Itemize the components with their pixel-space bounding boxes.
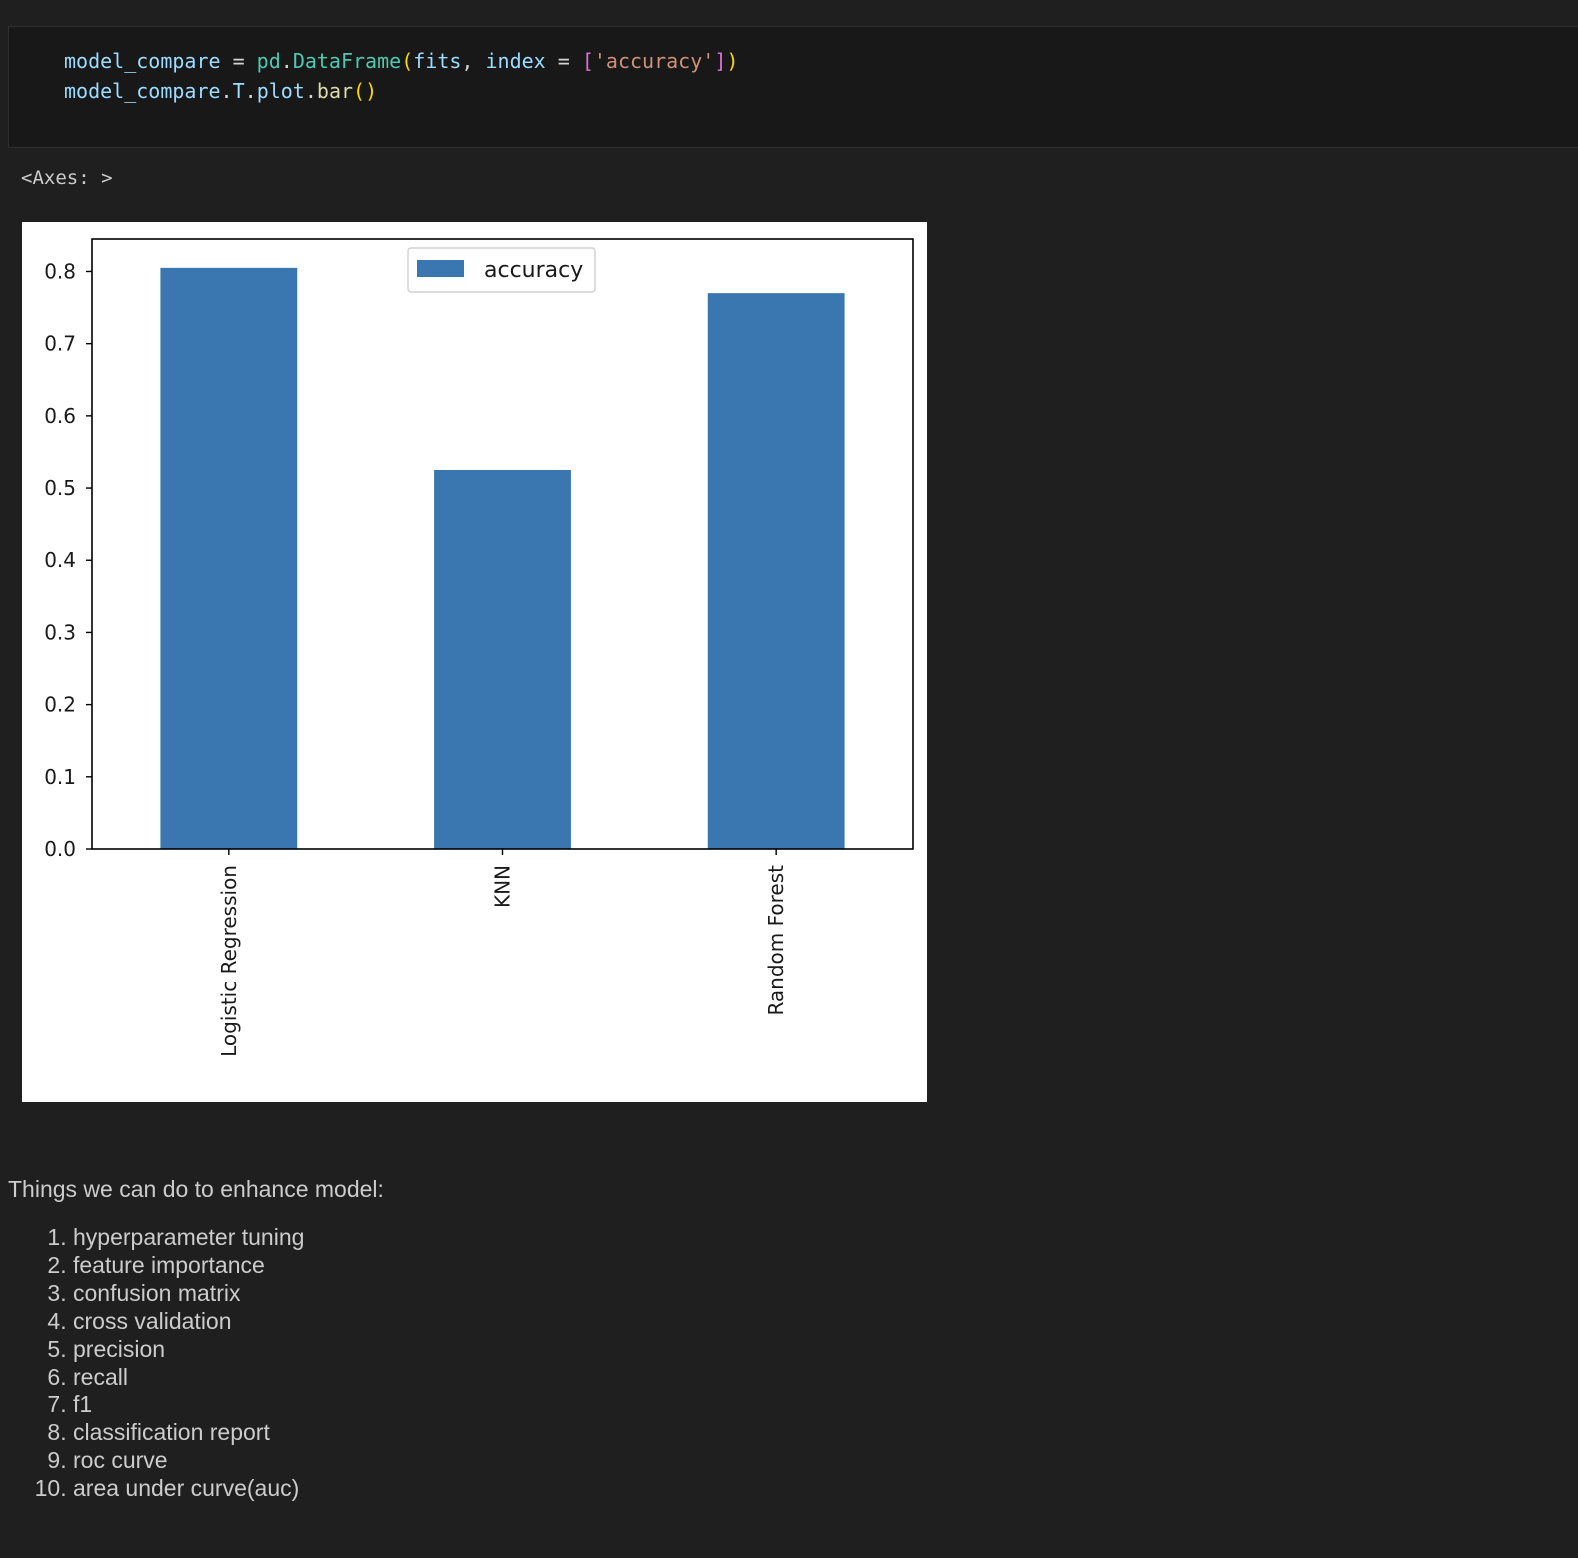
- list-item: classification report: [73, 1419, 384, 1447]
- code-token: .: [304, 79, 317, 103]
- bar-logistic-regression: [160, 267, 298, 849]
- list-item: recall: [73, 1364, 384, 1392]
- code-cell[interactable]: model_compare = pd.DataFrame(fits, index…: [8, 26, 1578, 148]
- y-tick-label: 0.1: [44, 765, 76, 789]
- markdown-cell[interactable]: Things we can do to enhance model: hyper…: [8, 1172, 384, 1503]
- y-tick-label: 0.5: [44, 476, 76, 500]
- code-line-1: model_compare = pd.DataFrame(fits, index…: [64, 46, 738, 76]
- list-item: feature importance: [73, 1252, 384, 1280]
- code-token: plot: [256, 79, 305, 103]
- code-token: [: [581, 49, 594, 73]
- x-tick-label: KNN: [491, 865, 515, 908]
- code-line-2: model_compare.T.plot.bar(): [64, 76, 738, 106]
- y-tick-label: 0.0: [44, 837, 76, 861]
- y-tick-label: 0.3: [44, 620, 76, 644]
- code-token: (): [353, 79, 378, 103]
- y-tick-label: 0.8: [44, 259, 76, 283]
- code-token: ): [726, 49, 739, 73]
- code-token: fits: [413, 49, 462, 73]
- y-tick-label: 0.6: [44, 404, 76, 428]
- code-token: (: [401, 49, 414, 73]
- code-token: index: [485, 49, 546, 73]
- code-token: bar: [316, 79, 354, 103]
- code-token: model_compare: [64, 49, 221, 73]
- code-token: =: [545, 49, 582, 73]
- code-token: =: [220, 49, 257, 73]
- legend-swatch: [417, 260, 464, 277]
- bar-chart: 0.0 0.1 0.2 0.3 0.4 0.5 0.6 0.7 0.8 Logistic Regr…: [44, 238, 914, 1057]
- list-item: hyperparameter tuning: [73, 1224, 384, 1252]
- code-token: T: [232, 79, 245, 103]
- list-item: f1: [73, 1391, 384, 1419]
- code-token: ,: [461, 49, 486, 73]
- x-tick-label: Random Forest: [764, 865, 788, 1016]
- code-token: .: [280, 49, 293, 73]
- list-item: confusion matrix: [73, 1280, 384, 1308]
- y-tick-label: 0.7: [44, 332, 76, 356]
- code-token: DataFrame: [292, 49, 402, 73]
- enhancement-list: hyperparameter tuningfeature importancec…: [8, 1224, 384, 1503]
- notebook-page: model_compare = pd.DataFrame(fits, index…: [0, 0, 1578, 1558]
- legend-label: accuracy: [484, 258, 583, 283]
- code-token: .: [244, 79, 257, 103]
- list-item: area under curve(auc): [73, 1475, 384, 1503]
- x-tick-label: Logistic Regression: [217, 865, 241, 1057]
- code-token: ]: [714, 49, 727, 73]
- y-tick-label: 0.4: [44, 548, 76, 572]
- y-tick-label: 0.2: [44, 693, 76, 717]
- code-token: 'accuracy': [593, 49, 715, 73]
- bar-chart-output: 0.0 0.1 0.2 0.3 0.4 0.5 0.6 0.7 0.8 Logistic Regr…: [22, 222, 927, 1102]
- list-item: precision: [73, 1336, 384, 1364]
- bar-random-forest: [707, 293, 845, 849]
- code-editor[interactable]: model_compare = pd.DataFrame(fits, index…: [64, 46, 738, 106]
- list-item: cross validation: [73, 1308, 384, 1336]
- code-token: .: [220, 79, 233, 103]
- list-item: roc curve: [73, 1447, 384, 1475]
- output-repr: <Axes: >: [21, 167, 113, 189]
- bar-knn: [434, 470, 571, 849]
- code-token: model_compare: [64, 79, 221, 103]
- markdown-intro: Things we can do to enhance model:: [8, 1176, 384, 1202]
- code-token: pd: [256, 49, 281, 73]
